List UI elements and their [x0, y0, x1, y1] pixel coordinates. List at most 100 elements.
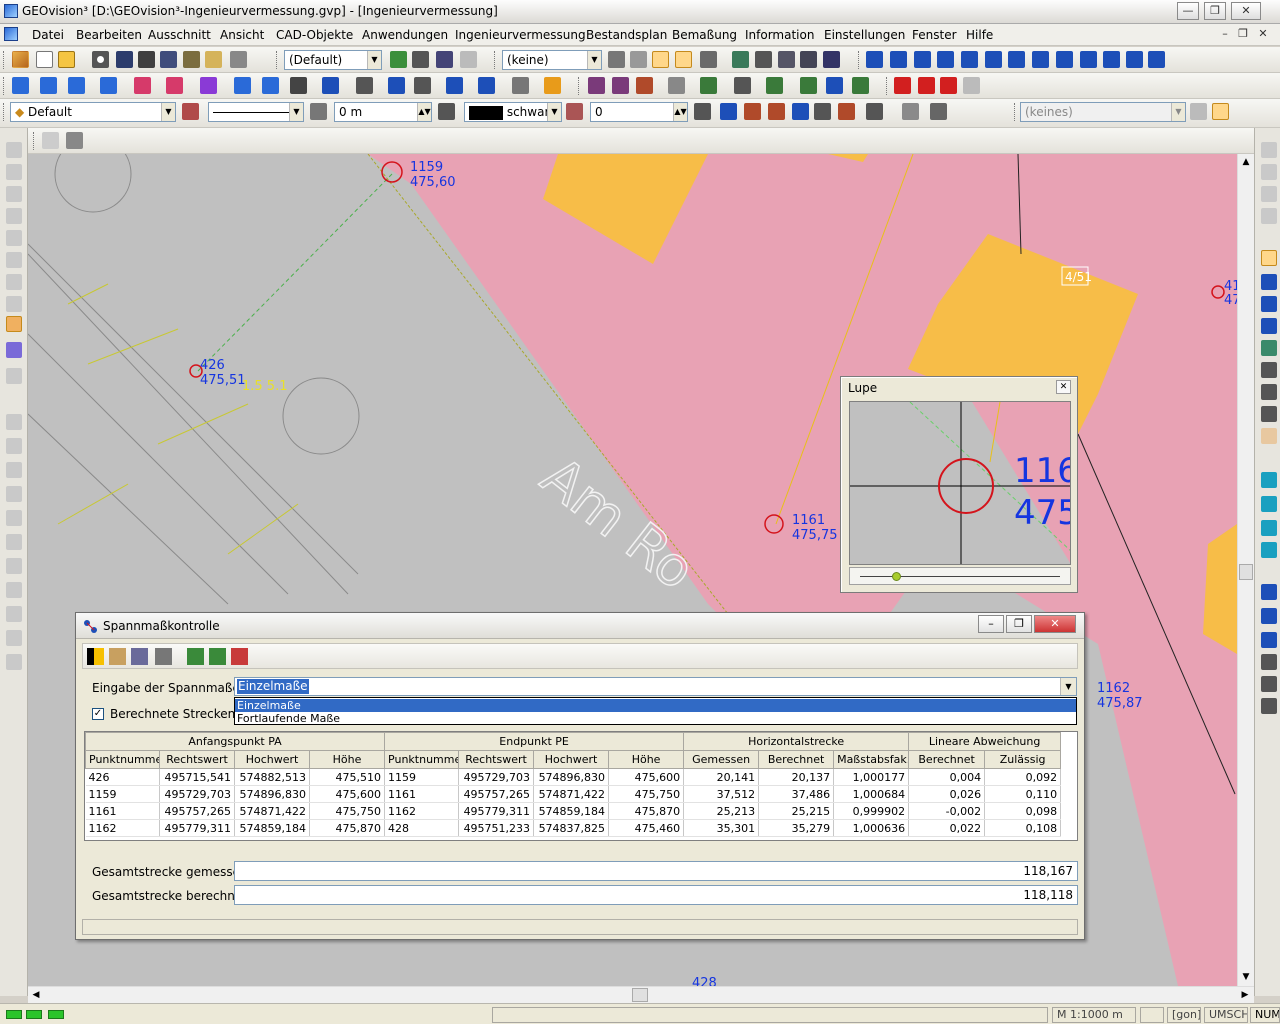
select-invert-icon[interactable]	[838, 103, 855, 120]
table-cell[interactable]: 37,486	[758, 785, 835, 803]
info-icon[interactable]	[866, 51, 883, 68]
text-tool-icon[interactable]	[446, 77, 463, 94]
save-all-icon[interactable]	[138, 51, 155, 68]
toolbar-grip[interactable]	[858, 51, 861, 69]
table-icon[interactable]	[778, 51, 795, 68]
pan-hand-icon[interactable]	[1261, 428, 1277, 444]
table-cell[interactable]: 574871,422	[234, 802, 310, 820]
info-parcel-icon[interactable]	[1126, 51, 1143, 68]
globe-icon[interactable]	[823, 51, 840, 68]
width-input[interactable]: 0 ▲▼	[590, 102, 688, 122]
layer-props-icon[interactable]	[182, 103, 199, 120]
delete-line-icon[interactable]	[940, 77, 957, 94]
tool-icon[interactable]	[6, 368, 22, 384]
select-options-icon[interactable]	[866, 103, 883, 120]
zoom-next-icon[interactable]	[1261, 384, 1277, 400]
column-header[interactable]: Berechnet	[758, 750, 835, 769]
save-as-icon[interactable]	[160, 51, 177, 68]
scroll-right-icon[interactable]: ▶	[1237, 987, 1253, 1003]
tool-icon[interactable]	[6, 462, 22, 478]
menu-bemassung[interactable]: Bemaßung	[672, 28, 737, 42]
point-tool-icon[interactable]	[12, 77, 29, 94]
dropdown-option[interactable]: Einzelmaße	[235, 699, 1076, 712]
dialog-close-button[interactable]: ✕	[1034, 615, 1076, 633]
select-layer-icon[interactable]	[744, 103, 761, 120]
table-cell[interactable]: 426	[85, 768, 160, 786]
table-cell[interactable]: 475,460	[608, 819, 685, 837]
vertical-scrollbar[interactable]: ▲ ▼	[1237, 154, 1254, 986]
tool-icon[interactable]	[1261, 632, 1277, 648]
column-header[interactable]: Hochwert	[533, 750, 610, 769]
zoom-slider[interactable]	[849, 567, 1071, 585]
snap-off-icon[interactable]	[630, 51, 647, 68]
menu-cad-objekte[interactable]: CAD-Objekte	[276, 28, 353, 42]
tool-icon[interactable]	[1261, 520, 1277, 536]
table-props-icon[interactable]	[930, 103, 947, 120]
chevron-down-icon[interactable]: ▼	[547, 103, 561, 121]
frame-icon[interactable]	[732, 51, 749, 68]
tool-icon[interactable]	[1261, 142, 1277, 158]
zoom-all-icon[interactable]	[1261, 318, 1277, 334]
layout-icon[interactable]	[66, 132, 83, 149]
column-header[interactable]: Berechnet	[908, 750, 986, 769]
calc-distances-checkbox[interactable]: ✓	[92, 708, 104, 720]
menu-einstellungen[interactable]: Einstellungen	[824, 28, 905, 42]
table-cell[interactable]: 0,110	[984, 785, 1062, 803]
table-cell[interactable]: 0,092	[984, 768, 1062, 786]
curve-tool-icon[interactable]	[234, 77, 251, 94]
table-cell[interactable]: 1161	[85, 802, 160, 820]
insert-row-icon[interactable]	[187, 648, 204, 665]
zoom-extent-icon[interactable]	[1261, 340, 1277, 356]
close-button[interactable]: ✕	[1231, 2, 1261, 20]
zoom-previous-icon[interactable]	[1261, 362, 1277, 378]
table-cell[interactable]: 1159	[384, 768, 460, 786]
table-cell[interactable]: 0,098	[984, 802, 1062, 820]
toolbar-grip[interactable]	[886, 77, 889, 95]
column-header[interactable]: Hochwert	[234, 750, 310, 769]
chevron-down-icon[interactable]: ▼	[161, 103, 175, 121]
info-point-icon[interactable]	[890, 51, 907, 68]
table-cell[interactable]: 475,870	[309, 819, 386, 837]
tool-icon[interactable]	[1261, 496, 1277, 512]
view-icon[interactable]	[42, 132, 59, 149]
table-cell[interactable]: 0,004	[908, 768, 986, 786]
menu-information[interactable]: Information	[745, 28, 814, 42]
column-header[interactable]: Zulässig	[984, 750, 1062, 769]
symbol-tool-icon[interactable]	[388, 77, 405, 94]
toolbar-grip[interactable]	[3, 77, 6, 95]
append-row-icon[interactable]	[209, 648, 226, 665]
info-layer-icon[interactable]	[1056, 51, 1073, 68]
scroll-left-icon[interactable]: ◀	[28, 987, 44, 1003]
table-cell[interactable]: 35,301	[683, 819, 760, 837]
table-cell[interactable]: 475,510	[309, 768, 386, 786]
list-icon[interactable]	[755, 51, 772, 68]
height-input[interactable]: 0 m ▲▼	[334, 102, 432, 122]
tool-icon[interactable]	[6, 486, 22, 502]
toolbar-grip[interactable]	[3, 51, 6, 69]
delete-point-icon[interactable]	[918, 77, 935, 94]
info-angle-icon[interactable]	[985, 51, 1002, 68]
table-cell[interactable]: 0,108	[984, 819, 1062, 837]
status-scale[interactable]: M 1:1000 m	[1052, 1007, 1136, 1023]
line-tool-icon[interactable]	[40, 77, 57, 94]
table-row[interactable]: 1161 495757,265 574871,422 475,750 1162 49577…	[85, 802, 1062, 820]
spline-tool-icon[interactable]	[262, 77, 279, 94]
tool-icon[interactable]	[1261, 186, 1277, 202]
layer-move-icon[interactable]	[436, 51, 453, 68]
table-cell[interactable]: 495757,265	[458, 785, 535, 803]
tool-icon[interactable]	[6, 654, 22, 670]
info-distance-icon[interactable]	[961, 51, 978, 68]
snap-icon[interactable]	[608, 51, 625, 68]
arrow-tool-icon[interactable]	[700, 51, 717, 68]
table-cell[interactable]: 475,750	[608, 785, 685, 803]
polar-icon[interactable]	[734, 77, 751, 94]
spinner-icon[interactable]: ▲▼	[673, 103, 687, 121]
column-header[interactable]: Gemessen	[683, 750, 760, 769]
column-header[interactable]: Höhe	[608, 750, 685, 769]
span-control-dialog[interactable]: Spannmaßkontrolle – ❐ ✕ Eingabe der Span…	[75, 612, 1085, 940]
magnifier-view[interactable]: 1161 475	[849, 401, 1071, 565]
column-header[interactable]: Rechtswert	[458, 750, 535, 769]
chevron-down-icon[interactable]: ▼	[587, 51, 601, 69]
column-header[interactable]: Punktnummer	[85, 750, 160, 769]
table-cell[interactable]: 0,022	[908, 819, 986, 837]
